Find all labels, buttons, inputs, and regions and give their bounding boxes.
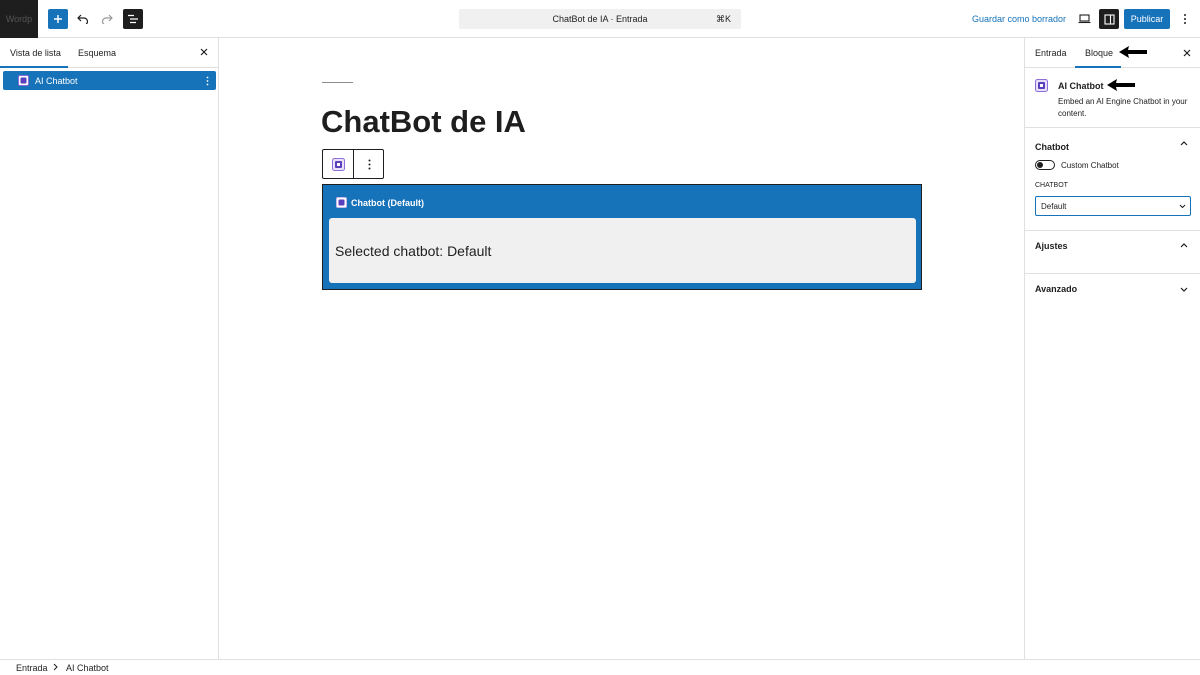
chatbot-section-title[interactable]: Chatbot <box>1035 142 1069 152</box>
list-view-icon <box>128 14 138 24</box>
avanzado-section-title[interactable]: Avanzado <box>1035 284 1077 294</box>
close-settings-button[interactable] <box>1181 47 1193 59</box>
preview-button[interactable] <box>1074 9 1094 29</box>
undo-icon <box>77 14 89 24</box>
document-overview-button[interactable] <box>123 9 143 29</box>
separator-line <box>322 82 353 83</box>
command-palette-bar[interactable]: ChatBot de IA · Entrada ⌘K <box>459 9 741 29</box>
avanzado-section: Avanzado <box>1025 274 1200 304</box>
annotation-arrow-icon <box>1107 79 1135 91</box>
block-toolbar <box>322 149 384 179</box>
chatbot-block-icon <box>1035 79 1048 92</box>
expand-avanzado-button[interactable] <box>1178 283 1190 295</box>
chevron-right-icon <box>53 663 58 671</box>
chatbot-block[interactable]: Chatbot (Default) Selected chatbot: Defa… <box>322 184 922 290</box>
collapse-chatbot-button[interactable] <box>1178 137 1190 149</box>
post-title[interactable]: ChatBot de IA <box>321 104 526 140</box>
document-title: ChatBot de IA · Entrada <box>552 14 648 24</box>
chevron-down-icon <box>1180 287 1188 292</box>
chatbot-field-label: CHATBOT <box>1035 182 1068 189</box>
block-card-description: Embed an AI Engine Chatbot in your conte… <box>1058 97 1188 118</box>
close-icon <box>200 48 208 56</box>
active-tab-indicator <box>0 66 68 68</box>
block-type-button[interactable] <box>323 150 354 178</box>
toggle-knob <box>1037 162 1043 168</box>
block-options-button[interactable] <box>354 150 384 178</box>
chatbot-select-value: Default <box>1041 202 1067 211</box>
chatbot-select[interactable]: Default <box>1035 196 1191 216</box>
chatbot-block-header: Chatbot (Default) <box>351 198 424 208</box>
editor-top-toolbar: Wordp ChatBot de IA · Entrada ⌘K Guardar… <box>0 0 1200 38</box>
tab-block[interactable]: Bloque <box>1085 48 1113 58</box>
add-block-button[interactable] <box>48 9 68 29</box>
settings-panel: Entrada Bloque AI Chatbot Embed an AI En… <box>1024 38 1200 659</box>
save-draft-button[interactable]: Guardar como borrador <box>972 14 1066 24</box>
site-logo-text: Wordp <box>5 14 33 24</box>
chatbot-block-icon <box>336 197 347 208</box>
chevron-down-icon <box>1178 202 1186 210</box>
settings-tabs: Entrada Bloque <box>1025 38 1200 68</box>
tab-list-view[interactable]: Vista de lista <box>10 48 61 58</box>
plus-icon <box>54 15 62 23</box>
breadcrumb-item-block[interactable]: AI Chatbot <box>66 663 109 673</box>
chatbot-block-preview: Selected chatbot: Default <box>329 218 916 283</box>
site-logo-button[interactable]: Wordp <box>0 0 38 38</box>
settings-sidebar-toggle[interactable] <box>1099 9 1119 29</box>
chatbot-block-icon <box>331 157 345 171</box>
custom-chatbot-label: Custom Chatbot <box>1061 161 1119 170</box>
chevron-up-icon <box>1180 242 1188 247</box>
custom-chatbot-toggle[interactable] <box>1035 160 1055 170</box>
chevron-up-icon <box>1180 140 1188 145</box>
close-list-view-button[interactable] <box>198 46 210 58</box>
undo-button[interactable] <box>73 9 93 29</box>
list-view-tabs: Vista de lista Esquema <box>0 38 219 68</box>
sidebar-icon <box>1103 13 1115 25</box>
redo-button[interactable] <box>97 9 117 29</box>
list-item-ai-chatbot[interactable]: AI Chatbot <box>3 71 216 90</box>
chatbot-block-icon <box>18 75 29 86</box>
list-item-label: AI Chatbot <box>35 76 78 86</box>
ajustes-section: Ajustes <box>1025 231 1200 274</box>
publish-button[interactable]: Publicar <box>1124 9 1170 29</box>
redo-icon <box>101 14 113 24</box>
vertical-ellipsis-icon <box>206 76 208 85</box>
block-card-title: AI Chatbot <box>1058 81 1104 91</box>
list-item-options-button[interactable] <box>204 74 210 87</box>
selected-chatbot-text: Selected chatbot: Default <box>335 243 492 259</box>
command-shortcut: ⌘K <box>715 14 731 24</box>
block-breadcrumb: Entrada AI Chatbot <box>0 659 1200 675</box>
collapse-ajustes-button[interactable] <box>1178 239 1190 251</box>
block-card: AI Chatbot Embed an AI Engine Chatbot in… <box>1025 68 1200 128</box>
vertical-ellipsis-icon <box>1184 14 1186 24</box>
breadcrumb-item-post[interactable]: Entrada <box>16 663 48 673</box>
publish-label: Publicar <box>1130 14 1164 24</box>
ajustes-section-title[interactable]: Ajustes <box>1035 241 1068 251</box>
editor-canvas: ChatBot de IA Chatbot (Default) Selected… <box>220 38 1024 659</box>
vertical-ellipsis-icon <box>368 159 370 169</box>
desktop-preview-icon <box>1078 14 1090 24</box>
close-icon <box>1183 49 1191 57</box>
tab-outline[interactable]: Esquema <box>78 48 116 58</box>
tab-post[interactable]: Entrada <box>1035 48 1067 58</box>
annotation-arrow-icon <box>1119 46 1147 58</box>
list-view-panel: Vista de lista Esquema AI Chatbot <box>0 38 219 659</box>
options-menu-button[interactable] <box>1175 9 1195 29</box>
